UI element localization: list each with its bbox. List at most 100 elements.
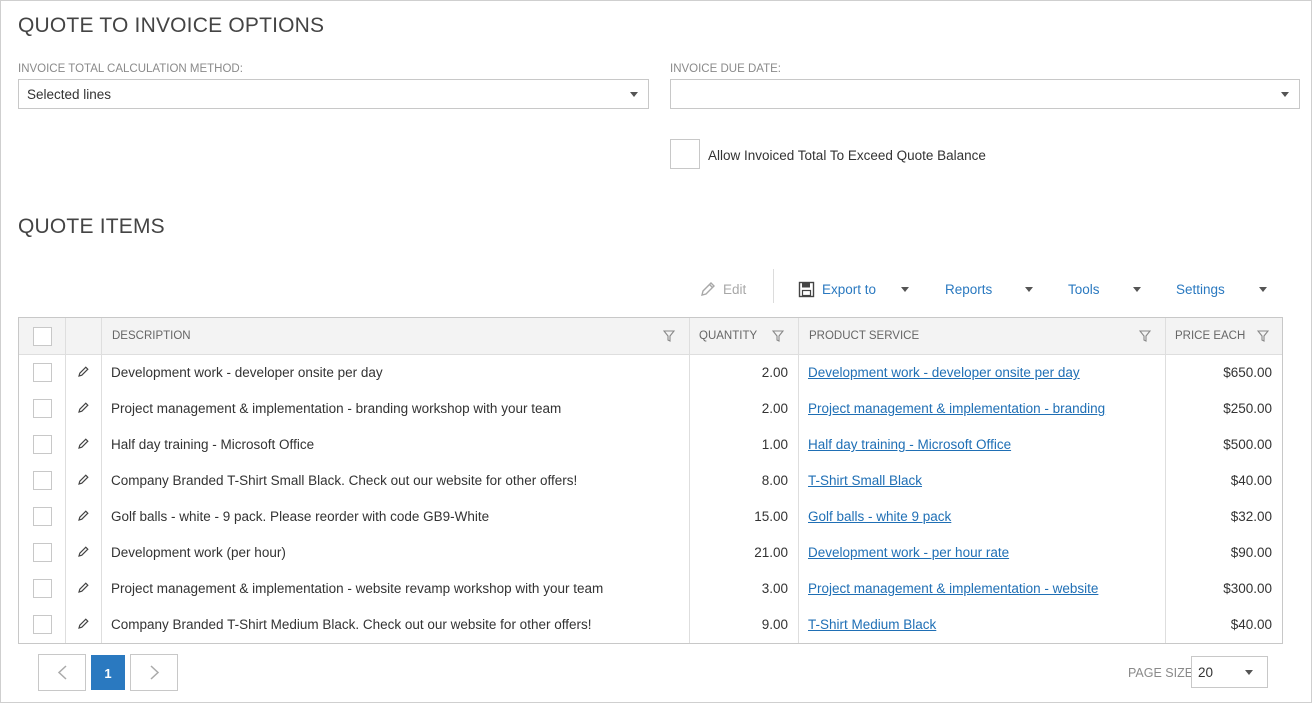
allow-exceed-checkbox[interactable] [670, 139, 700, 169]
cell-description: Project management & implementation - we… [111, 581, 604, 596]
row-checkbox[interactable] [33, 579, 52, 598]
table-row[interactable]: Project management & implementation - we… [19, 571, 1282, 607]
table-row[interactable]: Development work (per hour) 21.00 Developm… [19, 535, 1282, 571]
cell-description: Company Branded T-Shirt Small Black. Che… [111, 473, 578, 488]
cell-description: Company Branded T-Shirt Medium Black. Ch… [111, 617, 592, 632]
cell-quantity: 2.00 [761, 401, 788, 416]
cell-product-link[interactable]: Development work - developer onsite per … [808, 365, 1080, 380]
floppy-disk-icon [798, 281, 815, 297]
reports-button[interactable]: Reports [945, 279, 992, 299]
cell-quantity: 15.00 [754, 509, 788, 524]
row-checkbox[interactable] [33, 435, 52, 454]
column-header-product-service[interactable]: PRODUCT SERVICE [809, 330, 919, 342]
pencil-icon[interactable] [77, 437, 90, 450]
cell-product-link[interactable]: Golf balls - white 9 pack [808, 509, 951, 524]
cell-description: Development work (per hour) [111, 545, 286, 560]
table-row[interactable]: Company Branded T-Shirt Medium Black. Ch… [19, 607, 1282, 643]
cell-quantity: 1.00 [761, 437, 788, 452]
next-page-button[interactable] [130, 654, 178, 691]
cell-product-link[interactable]: T-Shirt Medium Black [808, 617, 936, 632]
page-size-label: PAGE SIZE [1128, 666, 1194, 680]
cell-quantity: 8.00 [761, 473, 788, 488]
cell-description: Project management & implementation - br… [111, 401, 562, 416]
chevron-down-icon[interactable] [1259, 287, 1267, 292]
edit-label: Edit [723, 281, 747, 297]
row-checkbox[interactable] [33, 363, 52, 382]
chevron-down-icon[interactable] [1025, 287, 1033, 292]
export-button[interactable]: Export to [798, 279, 876, 299]
row-checkbox[interactable] [33, 507, 52, 526]
pencil-icon[interactable] [77, 617, 90, 630]
options-title: QUOTE TO INVOICE OPTIONS [18, 14, 325, 37]
cell-price-each: $40.00 [1230, 617, 1272, 632]
tools-button[interactable]: Tools [1068, 279, 1100, 299]
cell-description: Golf balls - white - 9 pack. Please reor… [111, 509, 490, 524]
due-date-select[interactable] [670, 79, 1300, 109]
allow-exceed-label[interactable]: Allow Invoiced Total To Exceed Quote Bal… [708, 148, 986, 163]
grid-header: DESCRIPTION QUANTITY PRODUCT SERVICE PRI… [19, 318, 1282, 355]
cell-product-link[interactable]: Project management & implementation - br… [808, 401, 1105, 416]
chevron-left-icon [57, 665, 67, 680]
cell-quantity: 3.00 [761, 581, 788, 596]
cell-quantity: 9.00 [761, 617, 788, 632]
table-row[interactable]: Half day training - Microsoft Office 1.00… [19, 427, 1282, 463]
reports-label: Reports [945, 281, 993, 297]
row-checkbox[interactable] [33, 399, 52, 418]
calc-method-value: Selected lines [27, 87, 112, 102]
cell-description: Development work - developer onsite per … [111, 365, 383, 380]
cell-product-link[interactable]: Development work - per hour rate [808, 545, 1009, 560]
filter-icon[interactable] [1139, 330, 1151, 342]
table-row[interactable]: Golf balls - white - 9 pack. Please reor… [19, 499, 1282, 535]
cell-price-each: $500.00 [1223, 437, 1272, 452]
items-title: QUOTE ITEMS [18, 215, 165, 238]
cell-price-each: $650.00 [1223, 365, 1272, 380]
chevron-right-icon [150, 665, 160, 680]
cell-product-link[interactable]: Project management & implementation - we… [808, 581, 1098, 596]
row-checkbox[interactable] [33, 543, 52, 562]
table-row[interactable]: Company Branded T-Shirt Small Black. Che… [19, 463, 1282, 499]
settings-button[interactable]: Settings [1176, 279, 1225, 299]
cell-description: Half day training - Microsoft Office [111, 437, 315, 452]
filter-icon[interactable] [1257, 330, 1269, 342]
column-header-description[interactable]: DESCRIPTION [112, 330, 191, 342]
chevron-down-icon [1245, 670, 1253, 675]
previous-page-button[interactable] [38, 654, 86, 691]
column-header-price-each[interactable]: PRICE EACH [1175, 330, 1245, 342]
cell-price-each: $250.00 [1223, 401, 1272, 416]
cell-price-each: $40.00 [1230, 473, 1272, 488]
due-date-label: INVOICE DUE DATE: [670, 63, 781, 75]
settings-label: Settings [1176, 281, 1225, 297]
cell-product-link[interactable]: Half day training - Microsoft Office [808, 437, 1011, 452]
pencil-icon[interactable] [77, 545, 90, 558]
row-checkbox[interactable] [33, 615, 52, 634]
pencil-icon[interactable] [77, 473, 90, 486]
chevron-down-icon [1281, 92, 1289, 97]
cell-product-link[interactable]: T-Shirt Small Black [808, 473, 922, 488]
pencil-icon[interactable] [77, 509, 90, 522]
edit-button[interactable]: Edit [699, 279, 746, 299]
toolbar-divider [773, 269, 774, 303]
pencil-icon[interactable] [77, 401, 90, 414]
chevron-down-icon[interactable] [901, 287, 909, 292]
export-label: Export to [822, 281, 877, 297]
table-row[interactable]: Project management & implementation - br… [19, 391, 1282, 427]
chevron-down-icon[interactable] [1133, 287, 1141, 292]
row-checkbox[interactable] [33, 471, 52, 490]
filter-icon[interactable] [663, 330, 675, 342]
calc-method-label: INVOICE TOTAL CALCULATION METHOD: [18, 63, 243, 75]
cell-quantity: 2.00 [761, 365, 788, 380]
page-size-value: 20 [1198, 665, 1214, 680]
filter-icon[interactable] [772, 330, 784, 342]
pencil-icon[interactable] [77, 365, 90, 378]
tools-label: Tools [1068, 281, 1100, 297]
column-header-quantity[interactable]: QUANTITY [699, 330, 757, 342]
pencil-icon[interactable] [77, 581, 90, 594]
cell-quantity: 21.00 [754, 545, 788, 560]
page-size-select[interactable]: 20 [1191, 656, 1268, 688]
page-button-current[interactable]: 1 [91, 655, 125, 690]
cell-price-each: $300.00 [1223, 581, 1272, 596]
table-row[interactable]: Development work - developer onsite per … [19, 355, 1282, 391]
select-all-checkbox[interactable] [33, 327, 52, 346]
cell-price-each: $90.00 [1230, 545, 1272, 560]
calc-method-select[interactable]: Selected lines [18, 79, 649, 109]
